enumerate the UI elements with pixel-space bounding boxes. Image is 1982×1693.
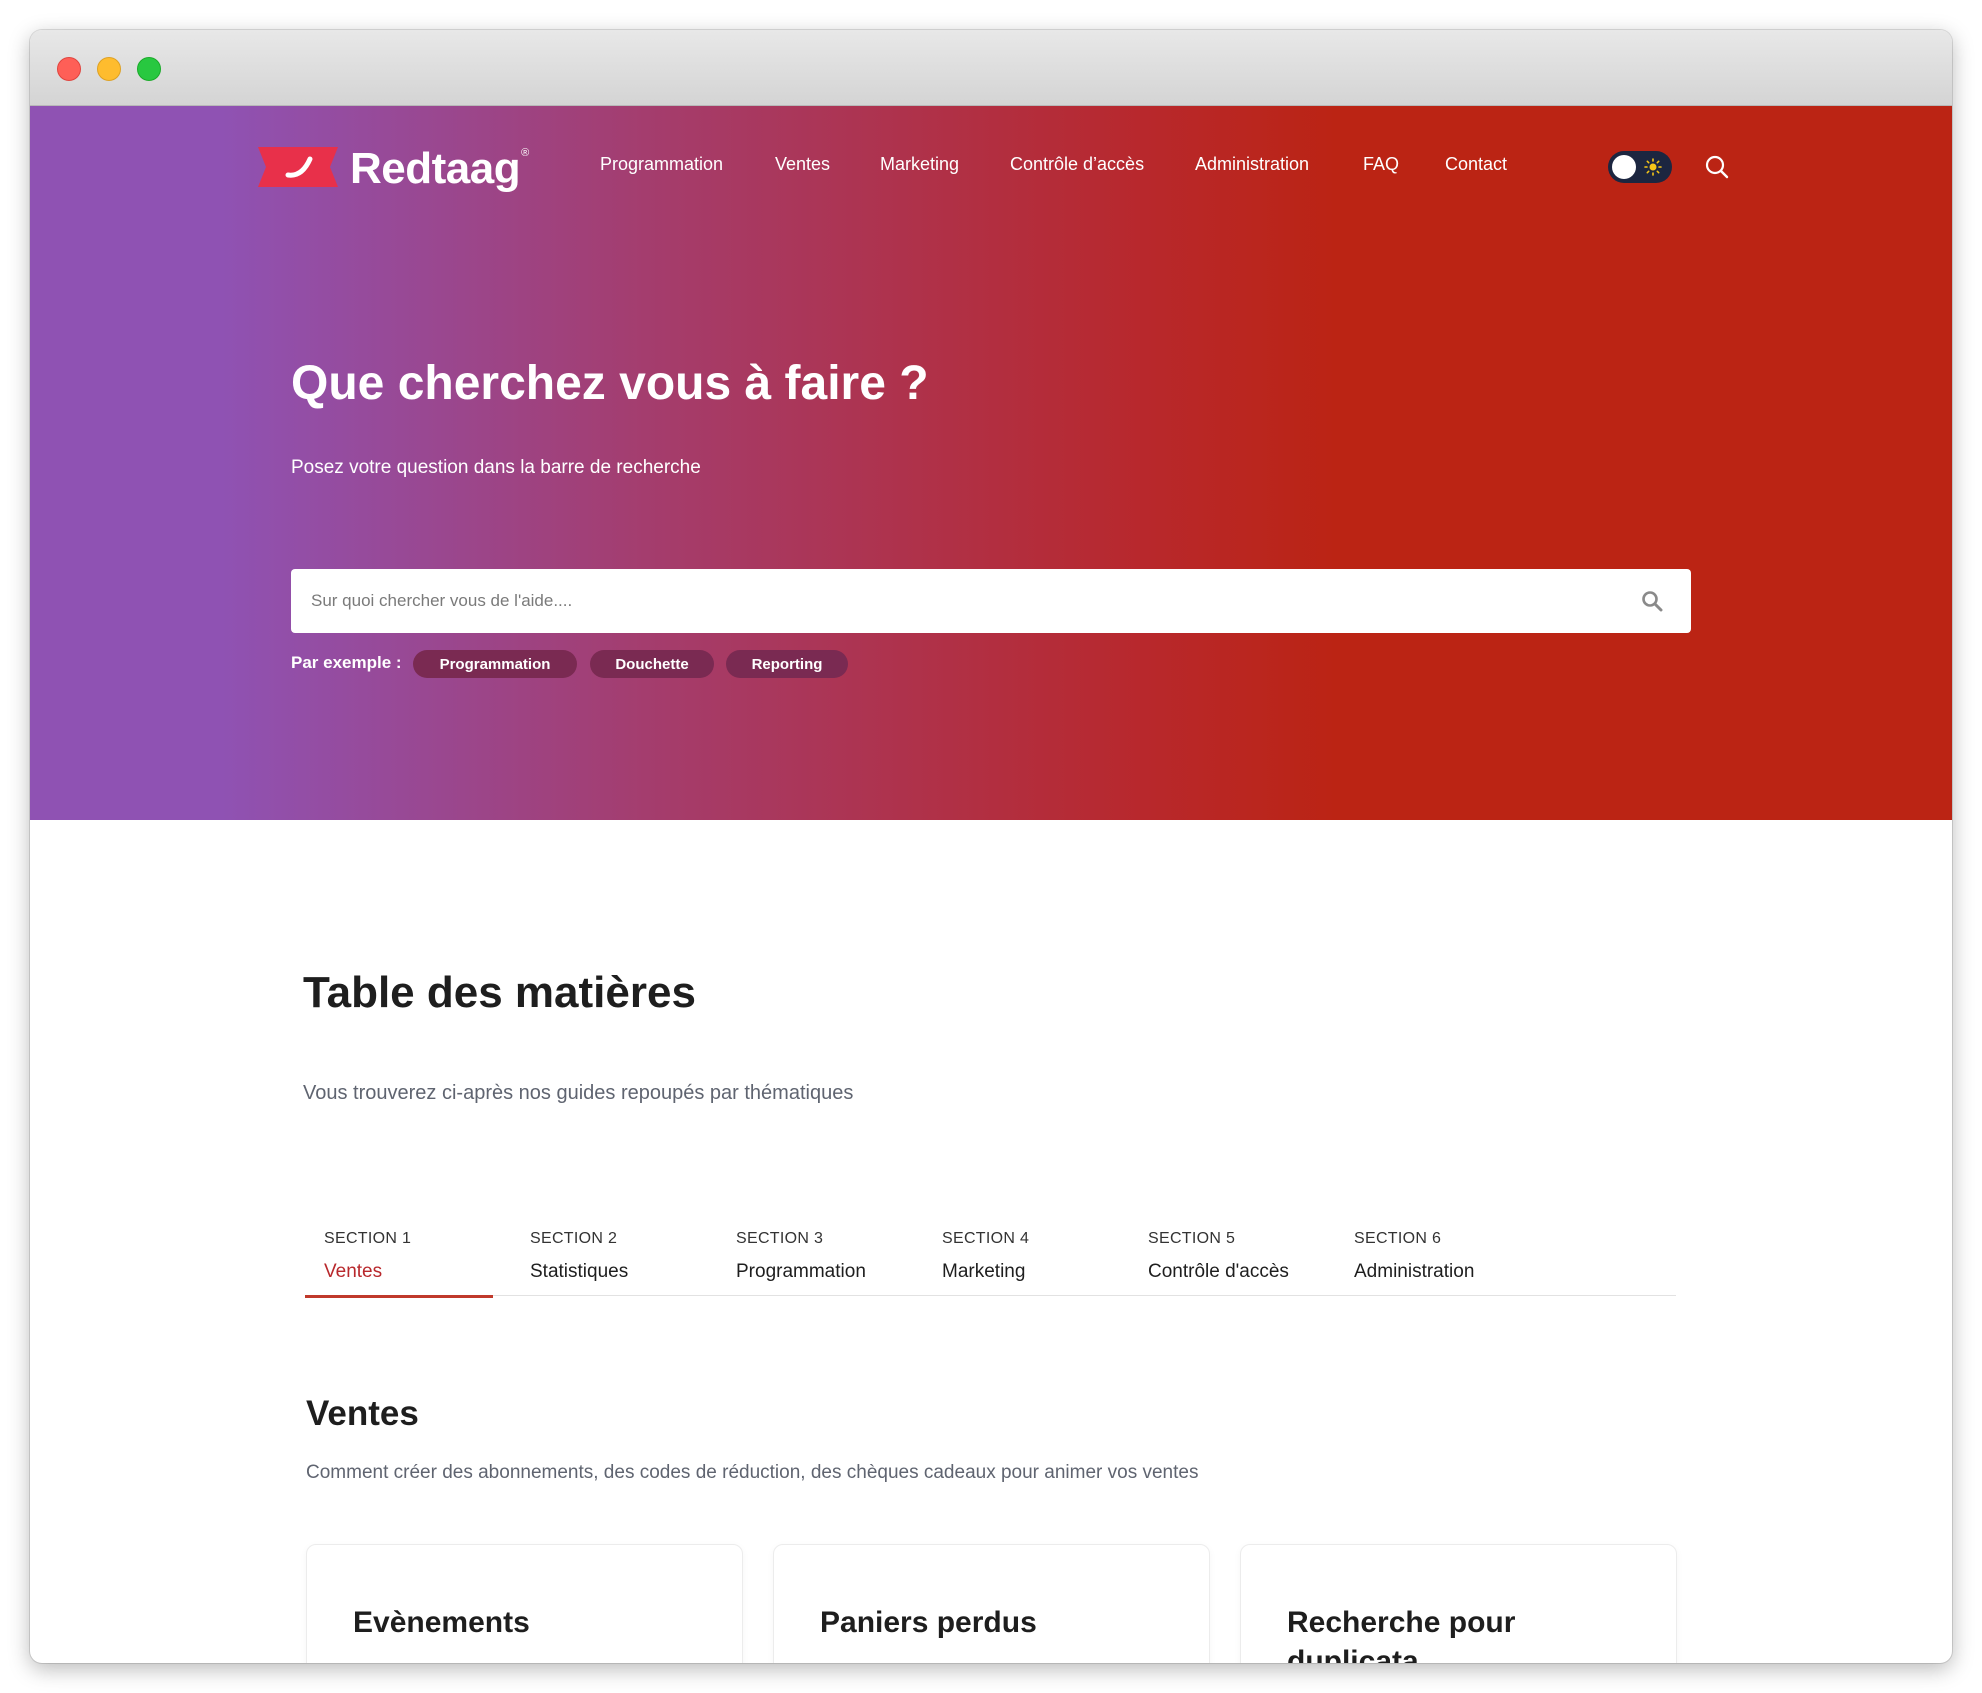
search-submit-icon[interactable]	[1641, 590, 1663, 612]
brand-logo[interactable]: Redtaag ®	[258, 141, 530, 193]
card-title: Paniers perdus	[820, 1606, 1037, 1639]
nav-item-administration[interactable]: Administration	[1195, 154, 1309, 175]
tab-label: Contrôle d'accès	[1148, 1261, 1289, 1282]
nav-item-programmation[interactable]: Programmation	[600, 154, 723, 175]
example-chip-reporting[interactable]: Reporting	[726, 650, 848, 678]
guide-card-paniers-perdus[interactable]: Paniers perdus	[773, 1544, 1210, 1663]
nav-item-ventes[interactable]: Ventes	[775, 154, 830, 175]
nav-item-marketing[interactable]: Marketing	[880, 154, 959, 175]
tab-label: Marketing	[942, 1261, 1026, 1282]
browser-window: Redtaag ® Programmation Ventes Marketing…	[30, 30, 1952, 1663]
section-tabs: SECTION 1 Ventes SECTION 2 Statistiques …	[305, 1218, 1676, 1298]
hero-title: Que cherchez vous à faire ?	[291, 357, 929, 410]
tab-section-5[interactable]: SECTION 5 Contrôle d'accès	[1129, 1218, 1317, 1296]
search-icon[interactable]	[1704, 154, 1730, 180]
examples-label: Par exemple :	[291, 653, 402, 672]
brand-name: Redtaag	[350, 144, 521, 193]
tab-section-4[interactable]: SECTION 4 Marketing	[923, 1218, 1111, 1296]
toc-subtitle: Vous trouverez ci-après nos guides repou…	[303, 1082, 854, 1104]
help-search-input[interactable]	[311, 569, 1611, 633]
minimize-window-button[interactable]	[97, 57, 121, 81]
tab-label: Ventes	[324, 1261, 383, 1282]
sun-icon	[1644, 158, 1662, 176]
close-window-button[interactable]	[57, 57, 81, 81]
tab-section-1[interactable]: SECTION 1 Ventes	[305, 1218, 493, 1298]
maximize-window-button[interactable]	[137, 57, 161, 81]
card-title: Evènements	[353, 1606, 530, 1639]
tab-section-2[interactable]: SECTION 2 Statistiques	[511, 1218, 699, 1296]
tab-number: SECTION 5	[1148, 1230, 1236, 1247]
tab-number: SECTION 2	[530, 1230, 618, 1247]
tab-section-3[interactable]: SECTION 3 Programmation	[717, 1218, 905, 1296]
tab-number: SECTION 3	[736, 1230, 824, 1247]
brand-registered-mark: ®	[521, 147, 530, 159]
tab-label: Programmation	[736, 1261, 866, 1282]
example-chip-programmation[interactable]: Programmation	[413, 650, 577, 678]
tab-number: SECTION 6	[1354, 1230, 1442, 1247]
section-description: Comment créer des abonnements, des codes…	[306, 1462, 1199, 1483]
window-titlebar	[30, 30, 1952, 106]
tab-label: Administration	[1354, 1261, 1475, 1282]
nav-item-contact[interactable]: Contact	[1445, 154, 1507, 175]
toc-title: Table des matières	[303, 968, 696, 1017]
tab-section-6[interactable]: SECTION 6 Administration	[1335, 1218, 1523, 1296]
guide-card-evenements[interactable]: Evènements	[306, 1544, 743, 1663]
nav-item-controle-acces[interactable]: Contrôle d’accès	[1010, 154, 1144, 175]
help-search-bar	[291, 569, 1691, 633]
card-title: Recherche pour duplicata	[1287, 1606, 1516, 1663]
tab-number: SECTION 4	[942, 1230, 1030, 1247]
toggle-knob	[1612, 155, 1636, 179]
ticket-logo-icon	[258, 147, 338, 187]
tab-number: SECTION 1	[324, 1230, 412, 1247]
hero-section: Redtaag ® Programmation Ventes Marketing…	[30, 106, 1952, 820]
section-title: Ventes	[306, 1394, 419, 1433]
tab-label: Statistiques	[530, 1261, 629, 1282]
example-chip-douchette[interactable]: Douchette	[590, 650, 714, 678]
nav-item-faq[interactable]: FAQ	[1363, 154, 1399, 175]
hero-subtitle: Posez votre question dans la barre de re…	[291, 457, 701, 478]
theme-toggle[interactable]	[1608, 151, 1672, 183]
guide-card-recherche-duplicata[interactable]: Recherche pour duplicata	[1240, 1544, 1677, 1663]
